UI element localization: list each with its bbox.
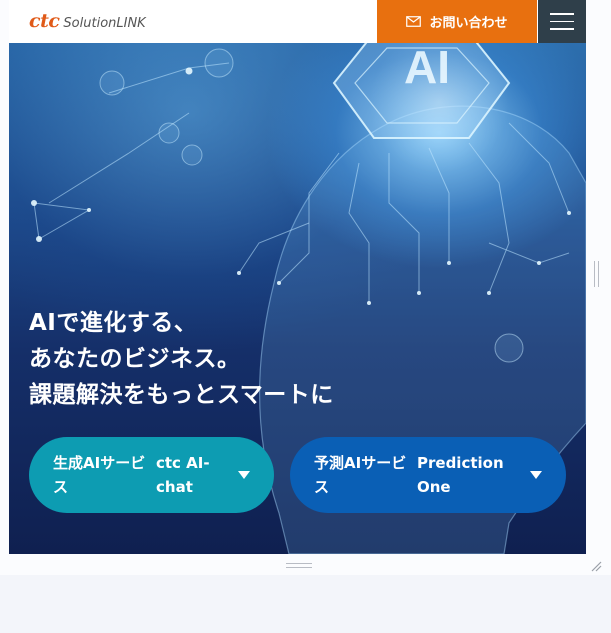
service-category-label: 生成AIサービス <box>53 454 146 496</box>
headline-line-1: AIで進化する、 <box>29 310 198 336</box>
hamburger-line <box>550 20 574 23</box>
horizontal-resize-handle[interactable] <box>286 563 312 568</box>
frame-left-margin <box>0 0 9 575</box>
mail-icon <box>406 16 422 27</box>
site-header: ctc SolutionLINK お問い合わせ <box>9 0 586 43</box>
service-name: ctc AI-chat <box>156 454 210 496</box>
embedded-page: ctc SolutionLINK お問い合わせ AI AIで進化する、 あなたの… <box>9 0 586 554</box>
hero-headline: AIで進化する、 あなたのビジネス。 課題解決をもっとスマートに <box>29 305 334 413</box>
headline-line-3: 課題解決をもっとスマートに <box>29 382 334 408</box>
vertical-resize-handle[interactable] <box>594 261 599 287</box>
ctc-solutionlink-logo[interactable]: ctc SolutionLINK <box>29 10 146 32</box>
headline-line-2: あなたのビジネス。 <box>29 346 241 372</box>
hamburger-line <box>550 28 574 30</box>
predictive-ai-service-button[interactable]: 予測AIサービス Prediction One <box>290 437 566 513</box>
caret-down-icon <box>238 471 250 479</box>
service-category-label: 予測AIサービス <box>314 454 407 496</box>
generative-ai-service-button[interactable]: 生成AIサービス ctc AI-chat <box>29 437 274 513</box>
frame-right-margin <box>586 0 611 575</box>
hero-banner: AI AIで進化する、 あなたのビジネス。 課題解決をもっとスマートに 生成AI… <box>9 43 586 554</box>
hamburger-menu-icon <box>550 13 574 15</box>
contact-button[interactable]: お問い合わせ <box>377 0 537 43</box>
caret-down-icon <box>530 471 542 479</box>
logo-ctc-text: ctc <box>29 10 60 32</box>
corner-resize-handle-icon[interactable] <box>590 560 602 572</box>
contact-button-label: お問い合わせ <box>429 16 508 31</box>
service-name: Prediction One <box>417 454 504 496</box>
hamburger-menu-button[interactable] <box>538 0 586 43</box>
logo-solution-text: SolutionLINK <box>63 16 146 31</box>
